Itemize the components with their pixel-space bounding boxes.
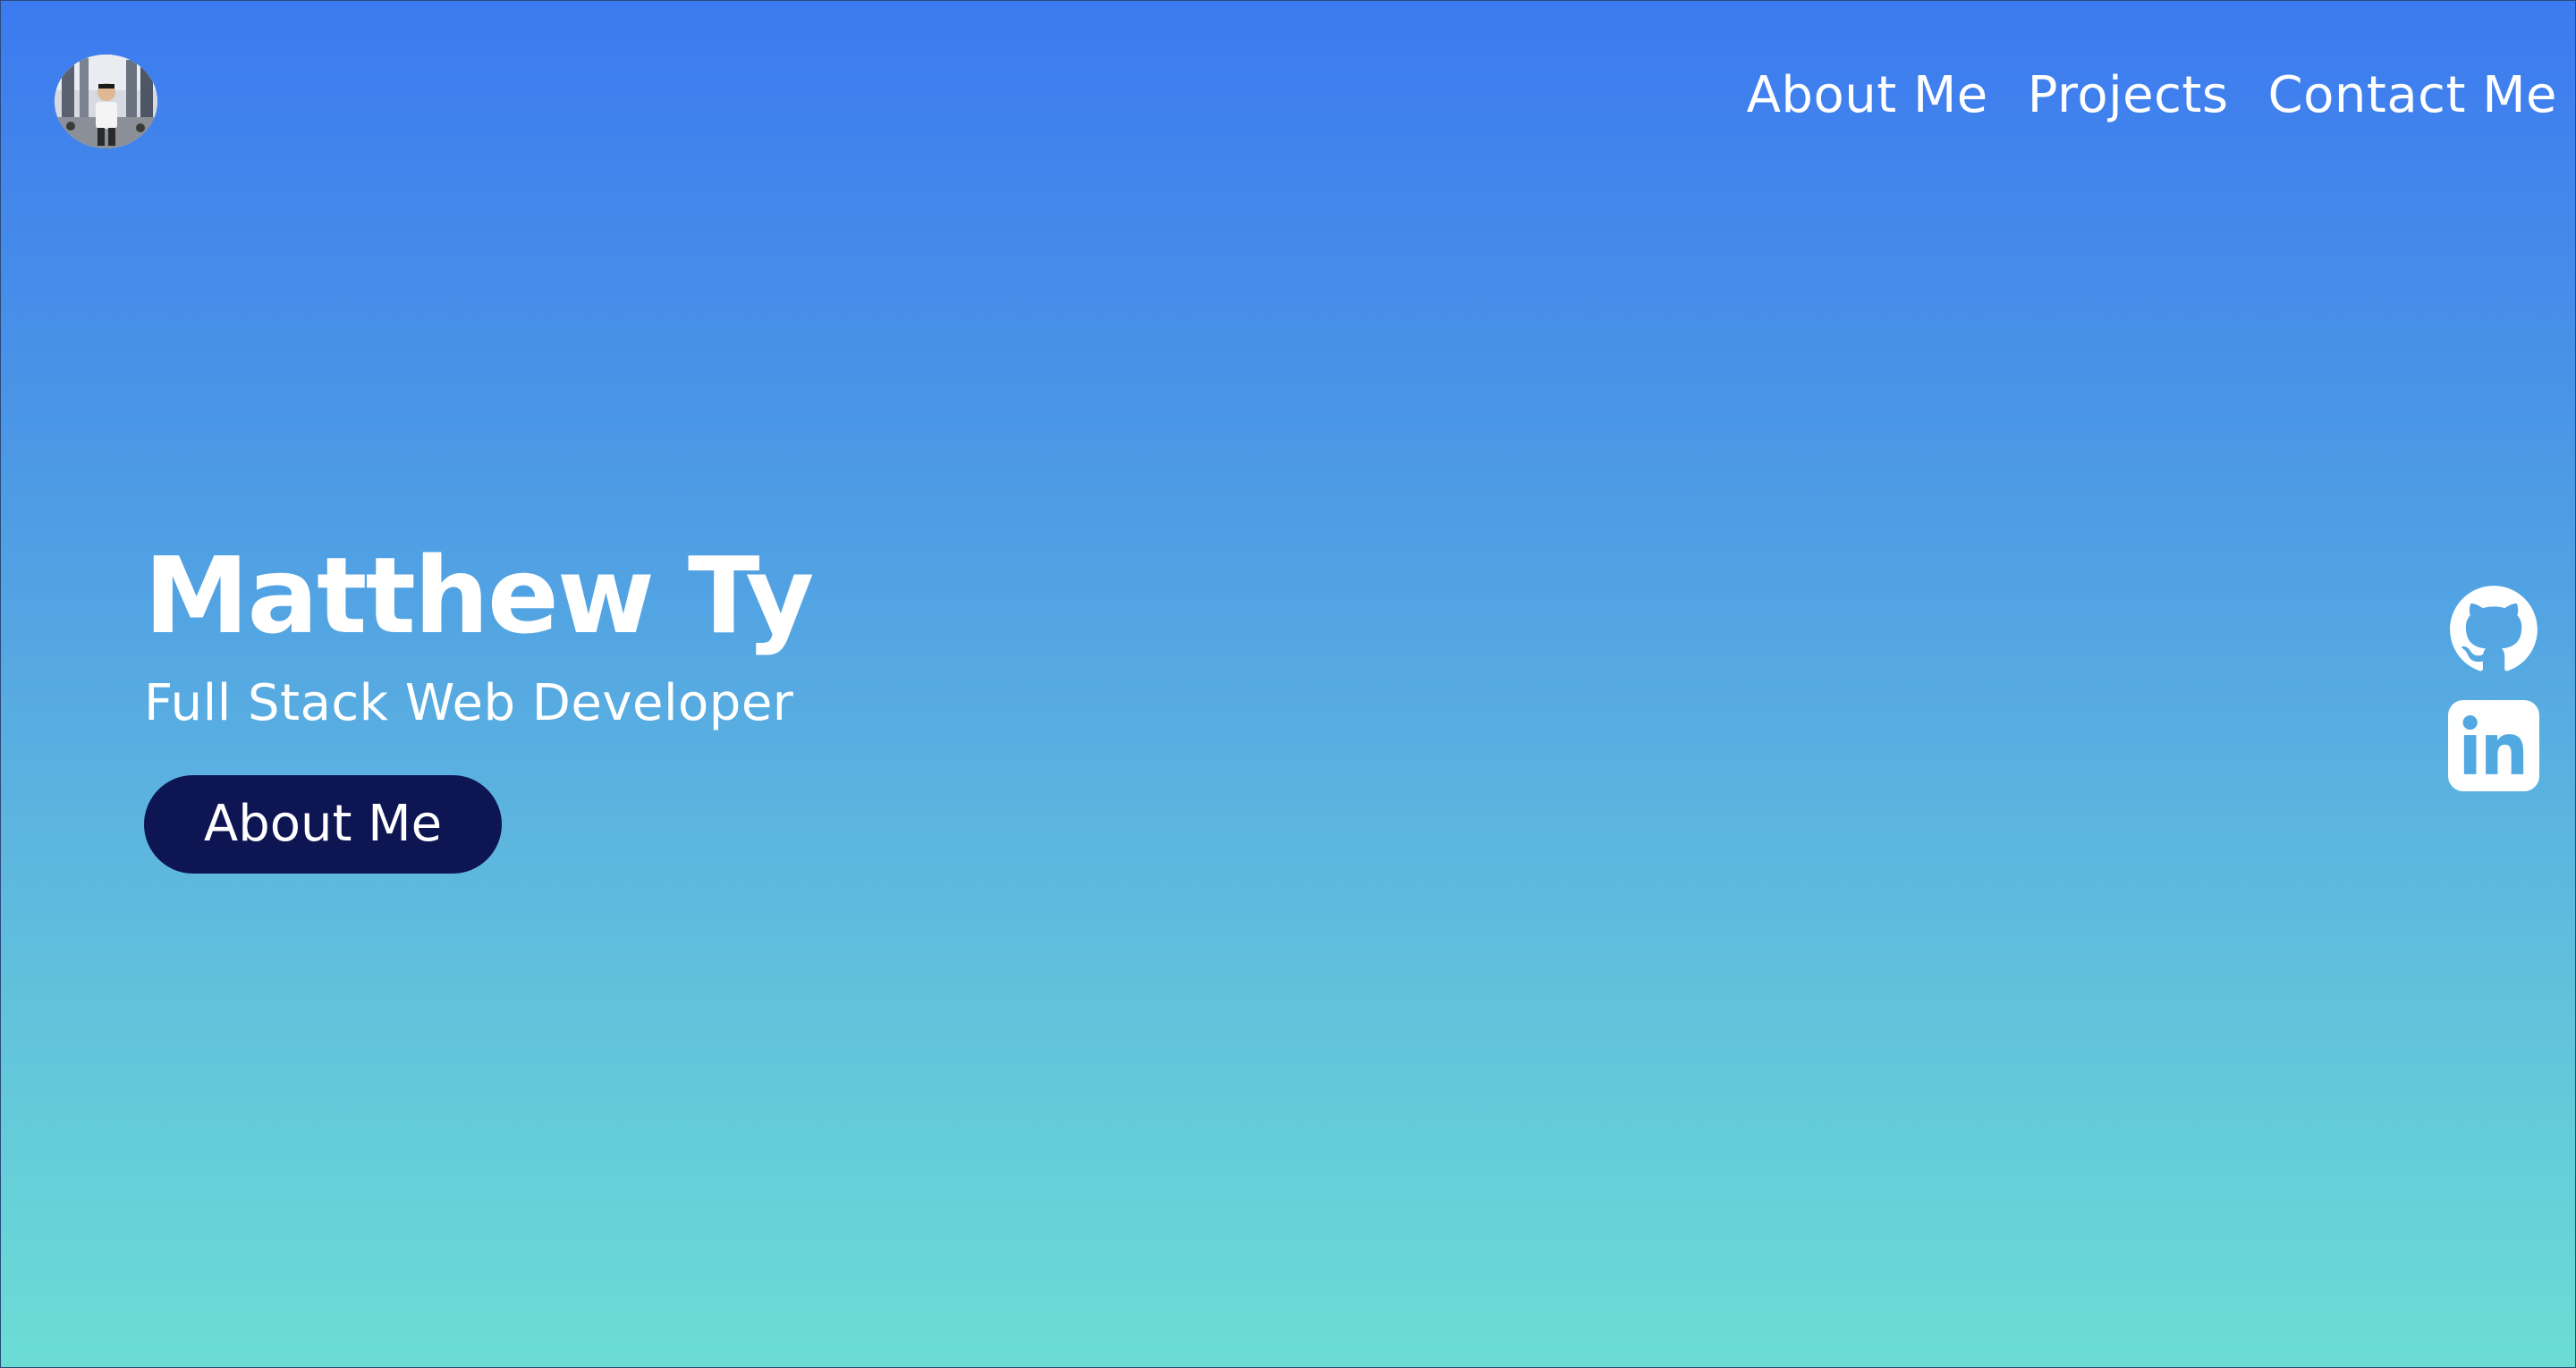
avatar-photo [55,55,157,148]
hero-subtitle: Full Stack Web Developer [144,674,794,732]
linkedin-icon [2448,700,2539,791]
main-nav: About Me Projects Contact Me [1747,60,2557,131]
github-icon [2450,586,2538,671]
page: About Me Projects Contact Me Matthew Ty … [0,0,2576,1368]
github-link[interactable] [2448,584,2539,675]
social-links [2448,584,2539,791]
about-me-button[interactable]: About Me [144,775,502,874]
nav-projects[interactable]: Projects [2028,60,2229,131]
nav-about-me[interactable]: About Me [1747,60,1988,131]
nav-contact-me[interactable]: Contact Me [2268,60,2557,131]
avatar[interactable] [55,55,157,148]
hero-section: Matthew Ty Full Stack Web Developer Abou… [144,528,814,874]
hero-name: Matthew Ty [144,534,814,657]
linkedin-link[interactable] [2448,700,2539,791]
